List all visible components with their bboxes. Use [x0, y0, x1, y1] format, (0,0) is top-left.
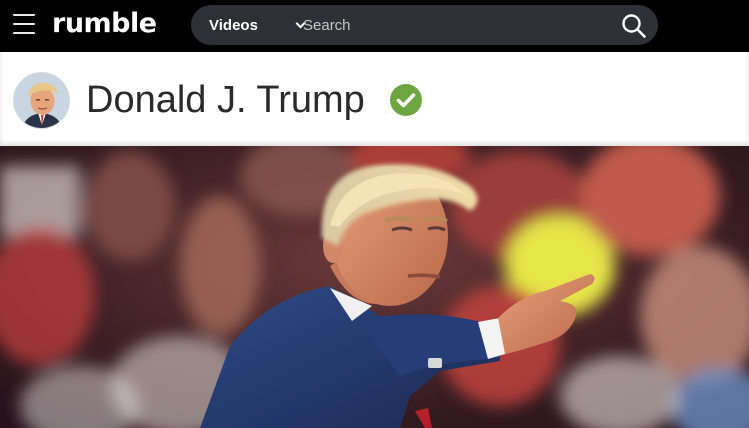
search-icon[interactable]: [621, 13, 647, 39]
verified-badge-icon: [390, 84, 422, 116]
channel-name: Donald J. Trump: [86, 79, 365, 121]
search-bar: Videos: [191, 5, 658, 45]
hamburger-menu-icon[interactable]: [13, 14, 35, 34]
channel-avatar[interactable]: [13, 72, 70, 129]
rumble-logo[interactable]: rumble: [52, 6, 157, 42]
category-select-value: Videos: [209, 16, 258, 34]
channel-banner-image: [0, 146, 749, 428]
category-select[interactable]: Videos: [209, 5, 306, 45]
search-input[interactable]: [303, 5, 603, 45]
channel-header: Donald J. Trump: [0, 52, 749, 146]
top-navigation-bar: rumble Videos: [0, 0, 749, 52]
